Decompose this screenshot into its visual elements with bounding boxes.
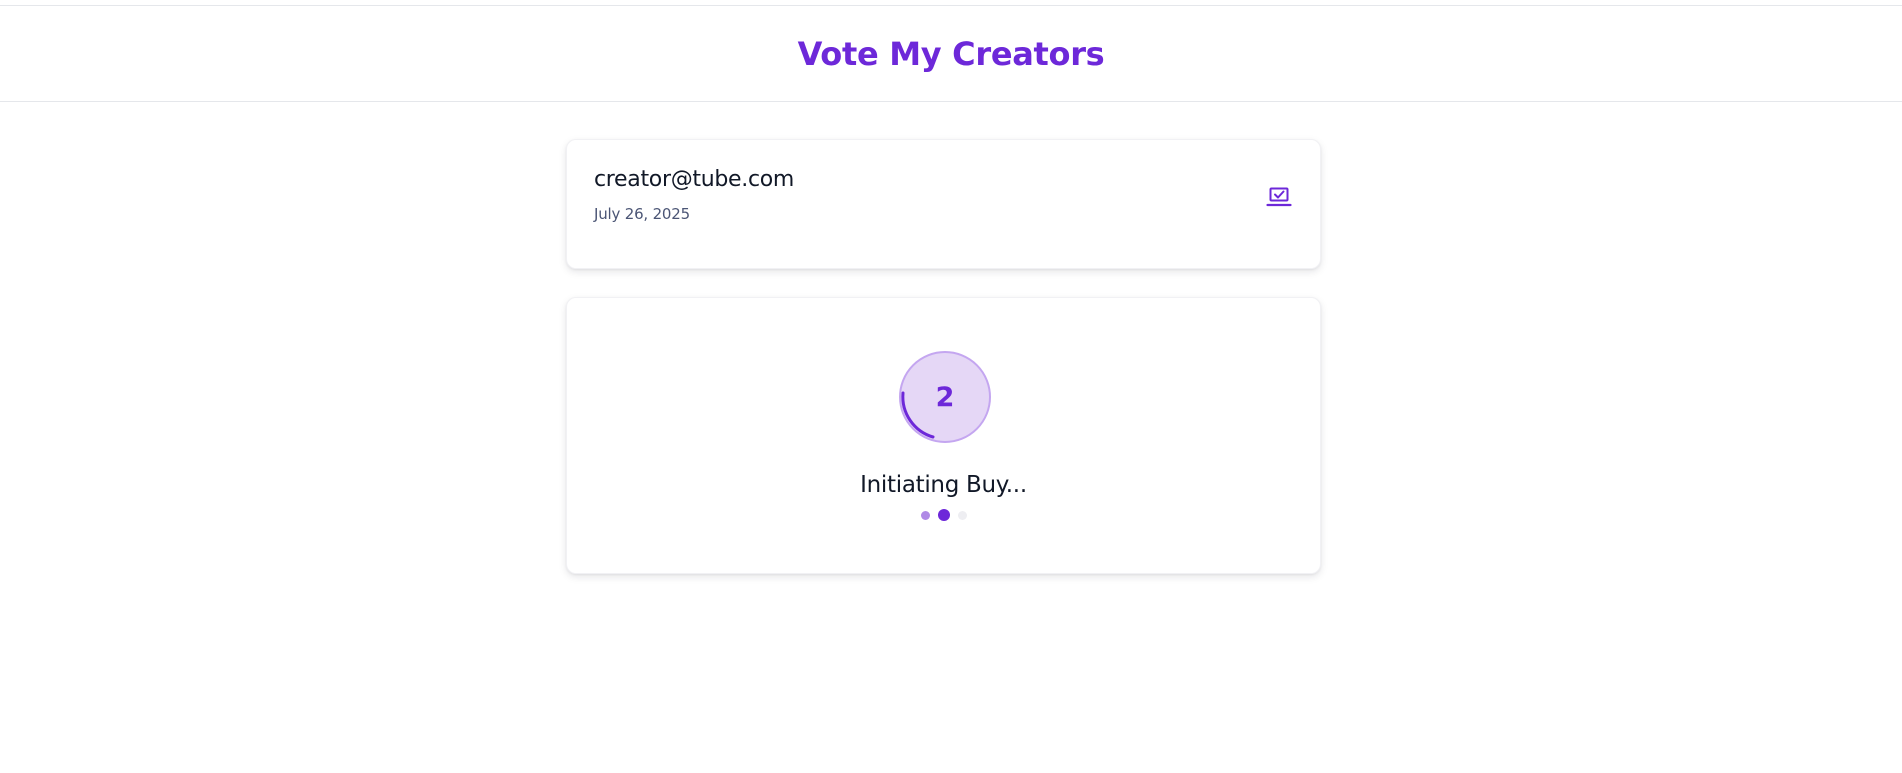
progress-dot-1 <box>920 510 930 520</box>
laptop-check-icon[interactable] <box>1264 182 1294 212</box>
loading-spinner-arc <box>901 391 935 439</box>
purchase-progress-card: 2 Initiating Buy... <box>566 297 1321 574</box>
app-title: Vote My Creators <box>797 34 1105 73</box>
laptop-check-icon-graphic <box>1266 187 1292 207</box>
account-card: creator@tube.com July 26, 2025 <box>566 139 1321 269</box>
progress-dot-3 <box>957 510 967 520</box>
progress-dot-2 <box>937 509 950 521</box>
progress-dots <box>567 509 1320 521</box>
step-indicator: 2 <box>899 351 991 443</box>
account-email: creator@tube.com <box>594 167 795 192</box>
account-date: July 26, 2025 <box>594 205 690 223</box>
app-header: Vote My Creators <box>0 6 1902 102</box>
status-text: Initiating Buy... <box>860 472 1027 498</box>
